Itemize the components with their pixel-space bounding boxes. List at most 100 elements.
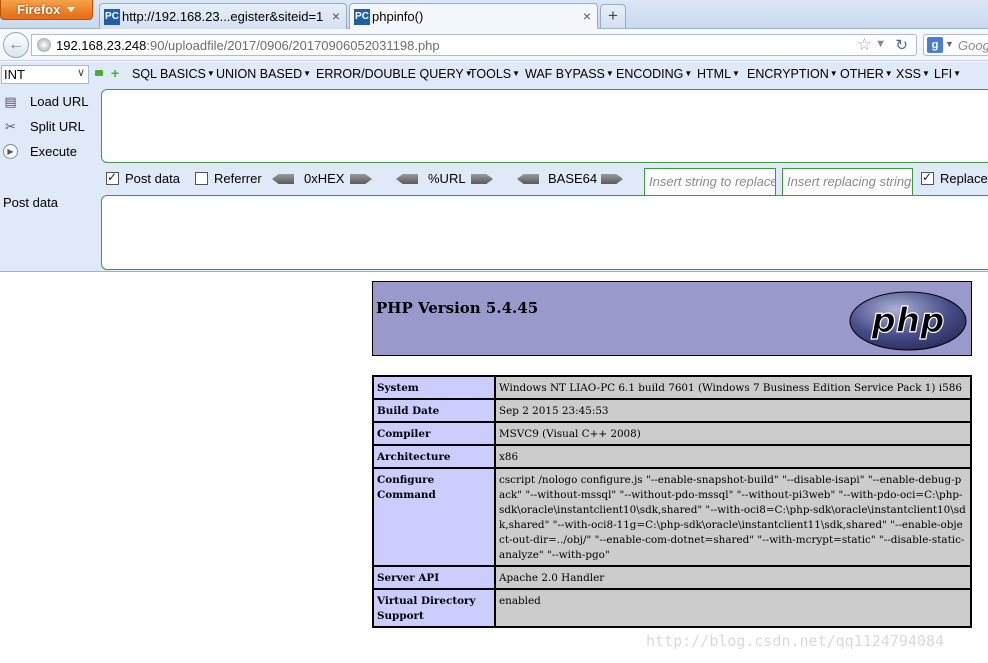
replace-with-input[interactable]: Insert replacing string — [782, 168, 913, 196]
reload-icon[interactable]: ↻ — [895, 36, 908, 54]
increase-icon[interactable]: + — [111, 66, 119, 80]
menu-label: XSS — [896, 67, 922, 81]
phpinfo-table: System Windows NT LIAO-PC 6.1 build 7601… — [372, 375, 972, 628]
row-value: enabled — [495, 589, 971, 627]
load-icon: ▤ — [4, 94, 17, 109]
table-row: Architecture x86 — [373, 445, 971, 468]
new-tab-button[interactable]: + — [600, 4, 626, 28]
hex-decode-arrow-icon[interactable] — [272, 174, 294, 184]
url-textarea[interactable] — [101, 89, 988, 163]
table-row: Server API Apache 2.0 Handler — [373, 566, 971, 589]
google-icon[interactable]: g — [927, 37, 943, 53]
row-value: x86 — [495, 445, 971, 468]
select-value: INT — [4, 67, 25, 82]
menu-label: UNION BASED — [216, 67, 303, 81]
php-logo-text: php — [871, 301, 945, 341]
chevron-down-icon[interactable]: ▼ — [945, 39, 954, 49]
menu-html[interactable]: HTML▼ — [697, 67, 740, 81]
menu-xss[interactable]: XSS▼ — [896, 67, 930, 81]
referrer-checkbox-label: Referrer — [214, 171, 262, 186]
row-value: MSVC9 (Visual C++ 2008) — [495, 422, 971, 445]
close-icon[interactable]: × — [583, 8, 591, 24]
table-row: Virtual Directory Support enabled — [373, 589, 971, 627]
split-url-label: Split URL — [30, 119, 85, 134]
post-data-label: Post data — [3, 195, 58, 210]
site-favicon-icon: PC — [104, 9, 120, 25]
caret-down-icon: ▼ — [829, 69, 838, 78]
base64-encode-arrow-icon[interactable] — [601, 174, 623, 184]
menu-tools[interactable]: TOOLS▼ — [469, 67, 520, 81]
decrease-icon[interactable] — [95, 70, 103, 76]
replace-checkbox[interactable] — [921, 170, 934, 185]
hex-encode-arrow-icon[interactable] — [350, 174, 372, 184]
chevron-down-icon — [67, 7, 75, 12]
php-logo[interactable]: php — [848, 290, 968, 352]
address-bar[interactable]: 192.168.23.248:90/uploadfile/2017/0906/2… — [31, 34, 917, 56]
tab-register[interactable]: PC http://192.168.23...egister&siteid=1 … — [99, 3, 347, 29]
tab-phpinfo[interactable]: PC phpinfo() × — [349, 3, 598, 30]
back-button[interactable]: ← — [3, 32, 29, 58]
load-url-label: Load URL — [30, 94, 89, 109]
chevron-down-icon[interactable]: ▼ — [875, 38, 886, 50]
url-decode-arrow-icon[interactable] — [396, 174, 418, 184]
menu-label: LFI — [934, 67, 953, 81]
row-key: Build Date — [373, 399, 495, 422]
globe-icon — [37, 38, 51, 52]
table-row: Build Date Sep 2 2015 23:45:53 — [373, 399, 971, 422]
row-key: Virtual Directory Support — [373, 589, 495, 627]
row-key: Architecture — [373, 445, 495, 468]
caret-down-icon: ▼ — [206, 69, 215, 78]
menu-waf-bypass[interactable]: WAF BYPASS▼ — [525, 67, 614, 81]
star-icon[interactable]: ☆ — [857, 35, 872, 55]
menu-lfi[interactable]: LFI▼ — [934, 67, 961, 81]
url-encode-arrow-icon[interactable] — [471, 174, 493, 184]
caret-down-icon: ▼ — [884, 69, 893, 78]
post-data-checkbox-label: Post data — [125, 171, 180, 186]
menu-label: OTHER — [840, 67, 884, 81]
close-icon[interactable]: × — [332, 8, 340, 24]
caret-down-icon: ▼ — [732, 69, 740, 78]
menu-encryption[interactable]: ENCRYPTION▼ — [747, 67, 838, 81]
row-value: Sep 2 2015 23:45:53 — [495, 399, 971, 422]
row-key: System — [373, 376, 495, 399]
search-placeholder: Goog — [958, 38, 988, 53]
caret-down-icon: ▼ — [953, 69, 961, 78]
caret-down-icon: ▼ — [512, 69, 521, 78]
replace-checkbox-label: Replace — [940, 171, 988, 186]
caret-down-icon: ▼ — [922, 69, 930, 78]
php-version-title: PHP Version 5.4.45 — [376, 299, 539, 317]
row-key: Server API — [373, 566, 495, 589]
post-data-checkbox[interactable] — [106, 170, 119, 185]
base64-decode-arrow-icon[interactable] — [517, 174, 539, 184]
injection-type-select[interactable]: INT ∨ — [1, 65, 89, 84]
caret-down-icon: ▼ — [303, 69, 312, 78]
post-data-textarea[interactable] — [101, 195, 988, 270]
menu-label: ENCODING — [616, 67, 684, 81]
menu-sql-basics[interactable]: SQL BASICS▼ — [132, 67, 215, 81]
search-bar[interactable]: g ▼ Goog — [923, 34, 988, 56]
arrow-left-icon: ← — [8, 36, 24, 53]
tab-strip: Firefox PC http://192.168.23...egister&s… — [0, 0, 988, 30]
menu-union-based[interactable]: UNION BASED▼ — [216, 67, 311, 81]
row-key: Compiler — [373, 422, 495, 445]
firefox-menu-label: Firefox — [17, 2, 61, 17]
row-value: Windows NT LIAO-PC 6.1 build 7601 (Windo… — [495, 376, 971, 399]
caret-down-icon: ▼ — [605, 69, 614, 78]
referrer-checkbox[interactable] — [195, 172, 208, 185]
url-host: 192.168.23.248 — [56, 38, 147, 53]
menu-other[interactable]: OTHER▼ — [840, 67, 893, 81]
firefox-menu-button[interactable]: Firefox — [0, 0, 93, 20]
menu-label: ERROR/DOUBLE QUERY — [316, 67, 464, 81]
table-row: Compiler MSVC9 (Visual C++ 2008) — [373, 422, 971, 445]
hackbar-panel: INT ∨ + SQL BASICS▼ UNION BASED▼ ERROR/D… — [0, 62, 988, 272]
url-path: :90/uploadfile/2017/0906/201709060520311… — [146, 38, 440, 53]
hackbar-options: Post data Referrer 0xHEX %URL BASE64 Ins… — [0, 166, 988, 196]
replace-find-input[interactable]: Insert string to replace — [644, 168, 776, 196]
chevron-down-icon: ∨ — [76, 67, 85, 79]
url-text: 192.168.23.248:90/uploadfile/2017/0906/2… — [56, 38, 440, 53]
menu-encoding[interactable]: ENCODING▼ — [616, 67, 692, 81]
url-encode-label: %URL — [428, 171, 466, 186]
menu-error-double-query[interactable]: ERROR/DOUBLE QUERY▼ — [316, 67, 473, 81]
hackbar-menu: INT ∨ + SQL BASICS▼ UNION BASED▼ ERROR/D… — [0, 62, 988, 87]
navigation-bar: ← 192.168.23.248:90/uploadfile/2017/0906… — [0, 29, 988, 61]
